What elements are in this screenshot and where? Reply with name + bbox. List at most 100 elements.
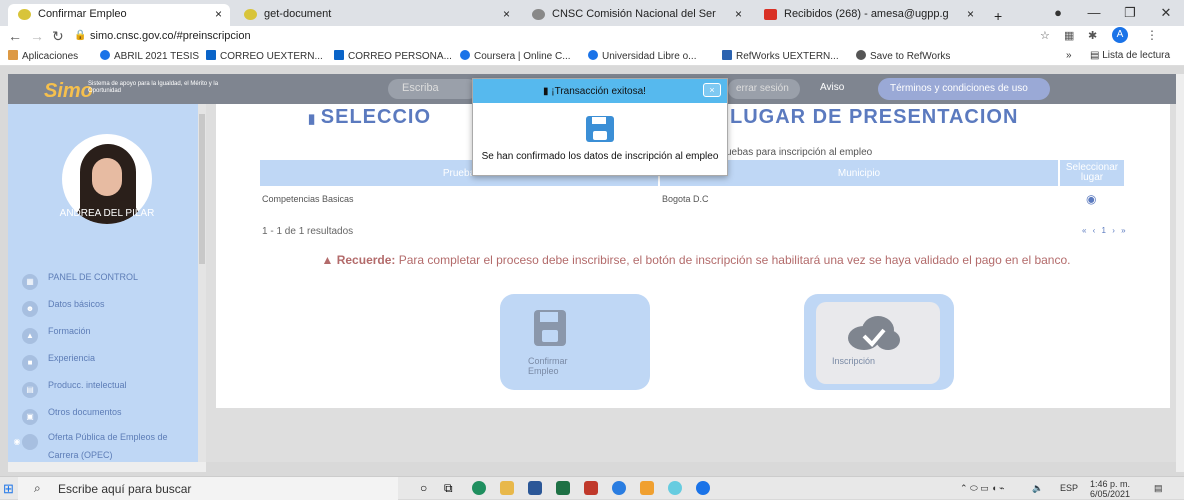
more-bookmarks-icon[interactable]: » — [1066, 50, 1072, 61]
menu-icon[interactable]: ⋮ — [1146, 28, 1158, 42]
bookmark-save-refworks[interactable]: Save to RefWorks — [856, 50, 950, 62]
close-tab-icon[interactable]: × — [215, 7, 222, 21]
sidebar-item-experiencia[interactable]: ■ Experiencia — [22, 353, 202, 371]
bookmark-tesis[interactable]: ABRIL 2021 TESIS — [100, 50, 199, 62]
table-subtitle: uebas para inscripción al empleo — [726, 147, 873, 158]
profile-dot-icon[interactable]: ● — [1040, 0, 1076, 26]
inscripcion-button-label: Inscripción — [832, 356, 876, 366]
page-title: ▮ SELECCIO — [308, 106, 432, 128]
sidebar-h-scrollbar[interactable] — [8, 462, 206, 472]
dashboard-icon: ▦ — [22, 274, 38, 290]
modal-close-button[interactable]: × — [703, 83, 721, 97]
page-scrollbar[interactable] — [1176, 74, 1184, 472]
column-seleccionar[interactable]: Seleccionar lugar — [1060, 160, 1124, 186]
taskbar: ⊞ ⌕ Escribe aquí para buscar ○ ⧉ ⌃ ⬭ ▭ ◖… — [0, 476, 1184, 500]
sidebar-item-datos[interactable]: ☻ Datos básicos — [22, 299, 202, 317]
reading-list[interactable]: ▤ Lista de lectura — [1090, 50, 1170, 61]
sidebar-item-opec[interactable]: ◉ Oferta Pública de Empleos de Carrera (O… — [14, 432, 172, 461]
sidebar-item-formacion[interactable]: ▲ Formación — [22, 326, 202, 344]
chrome-icon[interactable] — [696, 481, 710, 495]
book-icon: ▤ — [22, 382, 38, 398]
cortana-icon[interactable]: ○ — [420, 481, 427, 495]
users-icon: ☻ — [22, 301, 38, 317]
vlc-icon[interactable] — [640, 481, 654, 495]
bookmark-icon — [100, 50, 110, 60]
document-icon: ▣ — [22, 409, 38, 425]
outlook-icon — [334, 50, 344, 60]
minimize-icon[interactable]: — — [1076, 0, 1112, 26]
tab-title: CNSC Comisión Nacional del Ser — [552, 8, 716, 20]
sidebar-scrollbar[interactable] — [198, 104, 206, 462]
warning-message: ▲ Recuerde: Para completar el proceso de… — [321, 253, 1071, 267]
simo-logo[interactable]: Simo — [44, 80, 93, 103]
globe-icon: ◉ — [14, 434, 38, 450]
puzzle-icon[interactable]: ✱ — [1088, 29, 1097, 42]
app-icon[interactable] — [668, 481, 682, 495]
select-icon: ▮ — [308, 111, 321, 126]
notifications-icon[interactable]: ▤ — [1154, 483, 1163, 494]
tab-cnsc[interactable]: CNSC Comisión Nacional del Ser × — [522, 4, 750, 26]
reading-list-icon: ▤ — [1090, 50, 1103, 61]
star-icon[interactable]: ☆ — [1040, 29, 1050, 42]
view-eye-icon[interactable]: ◉ — [1086, 192, 1096, 206]
url-field[interactable]: simo.cnsc.gov.co/#preinscripcion — [90, 30, 251, 42]
close-tab-icon[interactable]: × — [503, 7, 510, 21]
taskbar-search[interactable]: ⌕ Escribe aquí para buscar — [18, 477, 398, 500]
bookmark-refworks[interactable]: RefWorks UEXTERN... — [722, 50, 839, 62]
file-explorer-icon[interactable] — [500, 481, 514, 495]
inscripcion-button[interactable]: Inscripción — [804, 294, 954, 390]
cloud-check-icon — [848, 316, 900, 350]
warning-icon: ▲ — [321, 253, 337, 267]
new-tab-button[interactable]: + — [986, 4, 1016, 26]
pagination[interactable]: « ‹ 1 › » — [1082, 226, 1128, 235]
extension-icon[interactable]: ▦ — [1064, 29, 1074, 42]
tab-title: get-document — [264, 8, 332, 20]
logo-tagline: Sistema de apoyo para la Igualdad, el Mé… — [88, 81, 219, 94]
word-icon[interactable] — [528, 481, 542, 495]
bookmark-correo-uextern[interactable]: CORREO UEXTERN... — [206, 50, 323, 62]
aviso-link[interactable]: Aviso — [820, 82, 844, 93]
modal-title: ¡Transacción exitosa! — [551, 86, 646, 97]
close-tab-icon[interactable]: × — [967, 7, 974, 21]
tab-confirmar-empleo[interactable]: Confirmar Empleo × — [8, 4, 230, 26]
excel-icon[interactable] — [556, 481, 570, 495]
profile-avatar[interactable]: A — [1112, 27, 1128, 43]
tab-get-document[interactable]: get-document × — [234, 4, 518, 26]
address-bar: ← → ↻ 🔒 simo.cnsc.gov.co/#preinscripcion… — [0, 26, 1184, 46]
close-tab-icon[interactable]: × — [735, 7, 742, 21]
reload-icon[interactable]: ↻ — [52, 28, 64, 45]
tab-gmail[interactable]: Recibidos (268) - amesa@ugpp.g × — [754, 4, 982, 26]
edge-icon[interactable] — [472, 481, 486, 495]
bookmarks-bar: Aplicaciones ABRIL 2021 TESIS CORREO UEX… — [0, 46, 1184, 66]
tray-icons[interactable]: ⌃ ⬭ ▭ ◖ ⌁ — [960, 483, 1005, 494]
apps-grid-icon — [8, 50, 18, 60]
task-view-icon[interactable]: ⧉ — [444, 481, 453, 496]
close-window-icon[interactable]: ✕ — [1148, 0, 1184, 26]
forward-icon[interactable]: → — [30, 28, 44, 44]
sidebar-item-panel[interactable]: ▦ PANEL DE CONTROL — [22, 272, 202, 290]
maximize-icon[interactable]: ❐ — [1112, 0, 1148, 26]
bookmark-correo-personal[interactable]: CORREO PERSONA... — [334, 50, 452, 62]
lock-icon: 🔒 — [74, 30, 87, 41]
bookmark-coursera[interactable]: Coursera | Online C... — [460, 50, 571, 62]
globe-icon — [856, 50, 866, 60]
window-controls: ● — ❐ ✕ — [1040, 0, 1184, 26]
browser-icon[interactable] — [612, 481, 626, 495]
confirm-employment-button[interactable]: Confirmar Empleo — [500, 294, 650, 390]
terms-button[interactable]: Términos y condiciones de uso — [878, 78, 1050, 100]
language-indicator[interactable]: ESP — [1060, 483, 1078, 493]
sidebar-item-produccion[interactable]: ▤ Producc. intelectual — [22, 380, 202, 398]
back-icon[interactable]: ← — [8, 28, 22, 44]
bookmark-unilibre[interactable]: Universidad Libre o... — [588, 50, 697, 62]
close-session-button[interactable]: errar sesión — [728, 79, 800, 99]
clock[interactable]: 1:46 p. m. 6/05/2021 — [1090, 479, 1130, 499]
volume-icon[interactable]: 🔈 — [1032, 483, 1043, 494]
gmail-favicon-icon — [764, 9, 777, 20]
bookmark-apps[interactable]: Aplicaciones — [8, 50, 78, 62]
modal-save-icon — [586, 116, 614, 142]
acrobat-icon[interactable] — [584, 481, 598, 495]
success-modal: ▮ ¡Transacción exitosa! × Se han confirm… — [472, 78, 728, 176]
search-input[interactable]: Escriba — [388, 79, 478, 99]
sidebar-item-otros[interactable]: ▣ Otros documentos — [22, 407, 202, 425]
windows-start-icon[interactable]: ⊞ — [3, 481, 14, 497]
